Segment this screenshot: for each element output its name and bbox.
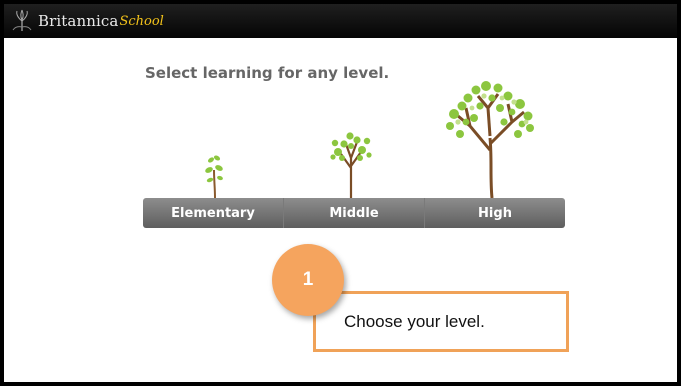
step-number-badge: 1 [272,244,344,316]
callout-text: Choose your level. [344,311,485,331]
level-middle-button[interactable]: Middle [283,198,424,228]
instruction-callout: Choose your level. [313,291,569,352]
mature-tree-icon [446,81,534,198]
sprout-icon [205,155,223,198]
app-header: Britannica School [4,4,677,38]
young-tree-icon [330,132,372,198]
brand-sub: School [119,13,164,29]
britannica-logo[interactable]: Britannica School [10,8,164,34]
level-selector: Elementary Middle High [143,198,565,228]
brand-name: Britannica [38,12,119,30]
page-headline: Select learning for any level. [145,64,390,82]
level-high-button[interactable]: High [424,198,565,228]
thistle-logo-icon [10,9,34,33]
level-elementary-button[interactable]: Elementary [143,198,283,228]
